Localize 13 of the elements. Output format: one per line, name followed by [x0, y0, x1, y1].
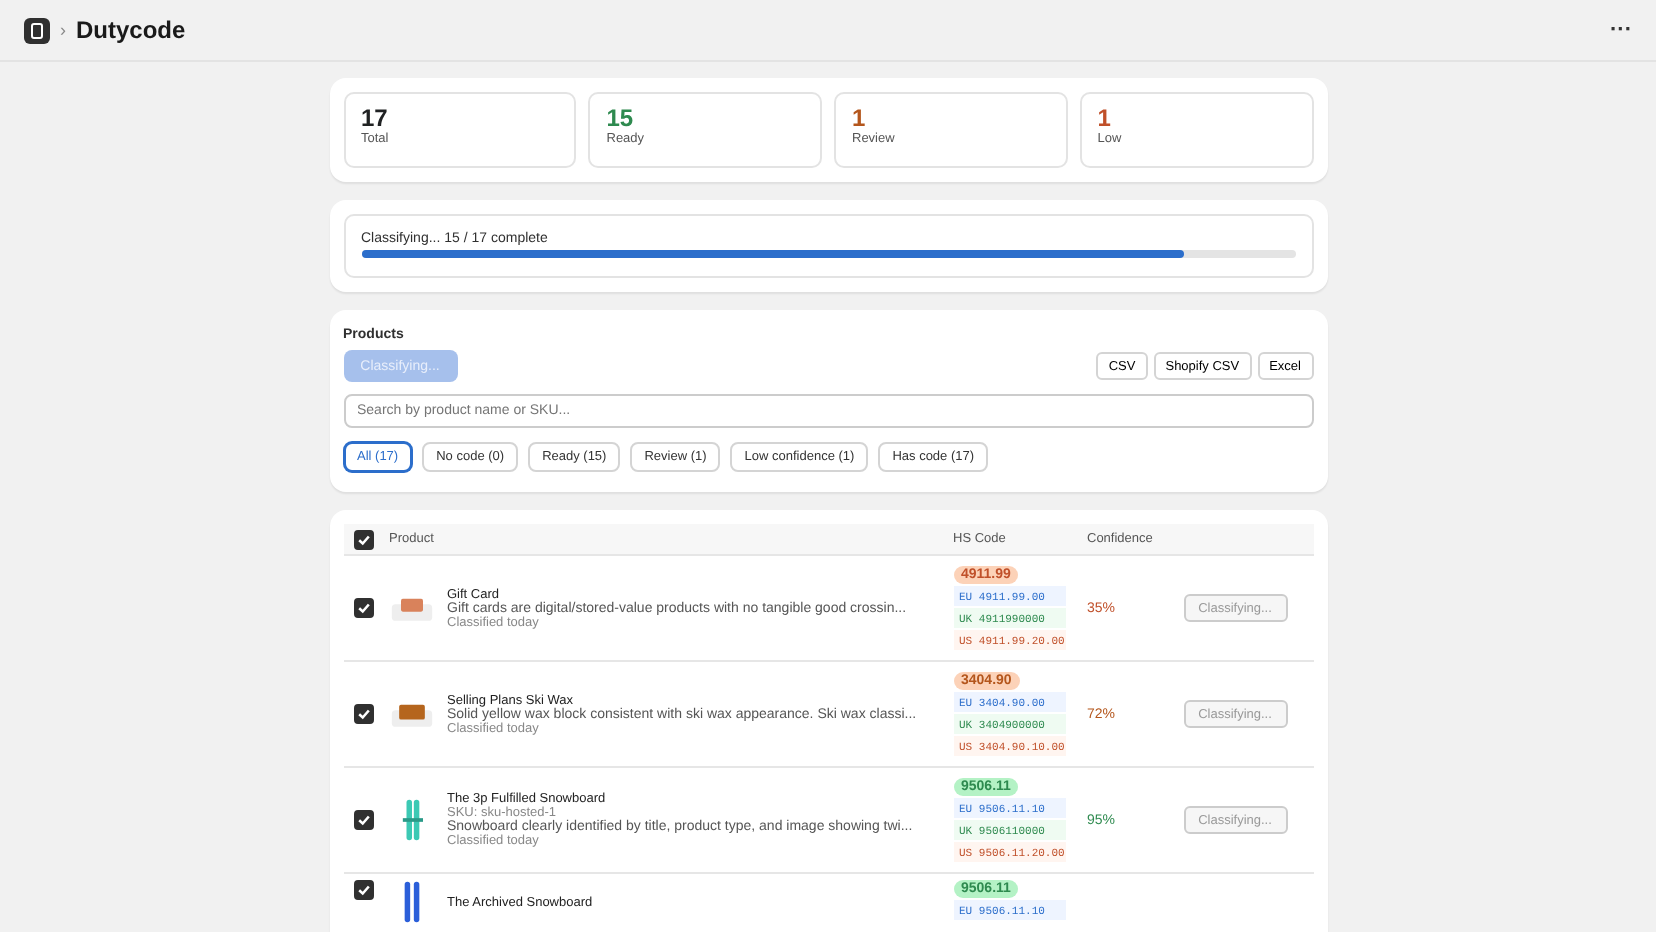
stat-value: 17 — [361, 106, 390, 132]
checkbox[interactable] — [353, 704, 373, 724]
breadcrumb-separator: › — [60, 20, 66, 40]
more-menu-button[interactable]: ··· — [1610, 18, 1632, 42]
stat-value: 15 — [606, 106, 636, 132]
app-title: Dutycode — [76, 16, 188, 44]
app-logo-icon — [24, 17, 50, 43]
checkbox[interactable] — [353, 880, 373, 900]
stat-value: 1 — [852, 106, 868, 132]
checkbox[interactable] — [353, 598, 373, 618]
stat-value: 1 — [1097, 106, 1113, 132]
checkbox[interactable] — [353, 810, 373, 830]
checkbox[interactable] — [353, 529, 373, 549]
